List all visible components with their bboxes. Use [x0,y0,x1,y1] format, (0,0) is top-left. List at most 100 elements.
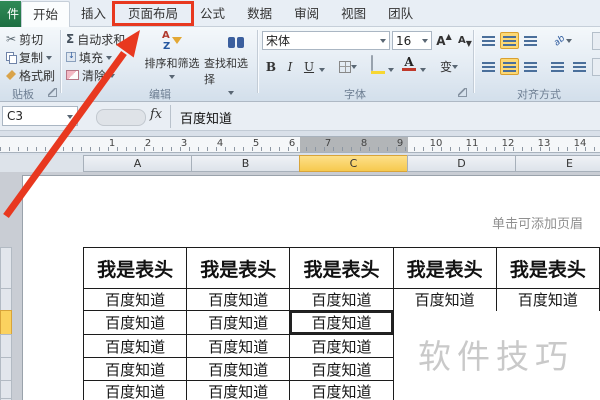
alignment-group-label: 对齐方式 [517,88,561,101]
chevron-down-icon [422,39,428,46]
tab-2[interactable]: 插入 [70,1,117,27]
table-cell[interactable]: 百度知道 [82,310,188,335]
cut-button[interactable]: 剪切 [6,31,43,47]
phonetic-guide-button[interactable]: 变 [434,57,464,76]
bold-button[interactable]: B [262,57,280,76]
tab-6[interactable]: 审阅 [283,1,330,27]
decrease-indent-button[interactable] [548,58,567,75]
table-cell[interactable]: 百度知道 [289,357,394,381]
align-bottom-button[interactable] [521,32,540,49]
watermark-text: 软件技巧 [418,337,574,376]
increase-indent-icon [573,61,586,72]
tab-5[interactable]: 数据 [236,1,283,27]
clear-button[interactable]: 清除 [66,67,116,83]
table-cell[interactable]: 百度知道 [289,288,394,311]
align-top-icon [482,35,495,46]
grow-font-button[interactable]: A ▲ [434,31,454,50]
copy-icon [6,51,17,64]
tab-3[interactable]: 页面布局 [117,1,189,27]
ruler-number: 6 [288,138,296,149]
format-painter-button[interactable]: 格式刷 [6,67,55,83]
column-header-D[interactable]: D [407,155,516,172]
table-cell[interactable]: 百度知道 [186,380,291,400]
align-middle-button[interactable] [500,32,519,49]
table-header-cell[interactable]: 我是表头 [82,247,188,289]
table-cell[interactable]: 百度知道 [186,357,291,381]
table-cell[interactable]: 百度知道 [82,334,188,358]
ruler-number: 13 [537,138,551,149]
fill-down-icon [66,51,76,62]
font-size-select[interactable]: 16 [392,31,432,50]
font-color-button[interactable]: A [398,55,420,74]
italic-button[interactable]: I [282,57,298,76]
find-select-label: 查找和选择 [204,57,248,86]
clipped-button[interactable] [592,58,600,76]
column-header-E[interactable]: E [515,155,600,172]
scissors-icon [6,32,16,46]
tab-8[interactable]: 团队 [377,1,424,27]
page-header-placeholder[interactable]: 单击可添加页眉 [492,213,583,232]
name-box[interactable]: C3 [2,106,78,126]
align-left-button[interactable] [479,58,498,75]
font-name-value: 宋体 [266,34,291,48]
table-cell[interactable]: 百度知道 [289,334,394,358]
insert-function-button[interactable]: fx [150,107,162,122]
fill-button[interactable]: 填充 [66,49,113,65]
file-tab[interactable]: 件 [0,1,21,27]
align-top-button[interactable] [479,32,498,49]
formula-input[interactable]: 百度知道 [180,108,232,127]
ruler-number: 2 [144,138,152,149]
underline-button[interactable]: U [300,57,318,76]
tab-7[interactable]: 视图 [330,1,377,27]
column-header-C[interactable]: C [299,155,408,172]
sort-filter-button[interactable]: AZ 排序和筛选 [142,29,202,82]
table-cell[interactable]: 百度知道 [82,357,188,381]
clipped-button[interactable] [592,32,600,50]
table-cell[interactable]: 百度知道 [186,310,291,335]
row-header-4[interactable] [0,334,12,358]
shrink-font-button[interactable]: A ▼ [455,31,475,50]
clipboard-dialog-launcher-icon[interactable] [48,88,57,97]
orientation-button[interactable]: ab [548,31,578,50]
align-center-button[interactable] [500,58,519,75]
align-left-icon [482,61,495,72]
tab-1[interactable]: 开始 [21,1,71,27]
table-cell[interactable]: 百度知道 [186,288,291,311]
row-header-1[interactable] [0,247,12,289]
selected-cell[interactable]: 百度知道 [289,310,394,335]
table-cell[interactable]: 百度知道 [495,288,600,311]
find-select-button[interactable]: 查找和选择 [204,29,258,98]
chevron-down-icon [420,68,426,75]
table-cell[interactable]: 百度知道 [82,288,188,311]
table-cell[interactable]: 百度知道 [289,380,394,400]
column-header-B[interactable]: B [191,155,300,172]
row-header-3[interactable] [0,310,12,335]
row-header-6[interactable] [0,380,12,399]
autosum-label: 自动求和 [77,32,126,47]
table-cell[interactable]: 百度知道 [186,334,291,358]
group-divider [473,30,474,93]
borders-button[interactable] [336,57,360,76]
fill-color-button[interactable] [366,54,390,74]
font-name-select[interactable]: 宋体 [262,31,390,50]
table-header-cell[interactable]: 我是表头 [289,247,394,289]
ribbon-tab-bar: 件 开始 插入 页面布局 公式 数据 审阅 视图 团队 [0,0,600,27]
ruler-number: 11 [465,138,479,149]
column-header-A[interactable]: A [83,155,192,172]
row-header-2[interactable] [0,288,12,311]
increase-indent-button[interactable] [570,58,589,75]
autosum-button[interactable]: 自动求和 [66,31,135,47]
font-dialog-launcher-icon[interactable] [458,88,467,97]
table-cell[interactable]: 百度知道 [82,380,188,400]
ruler-number: 8 [360,138,368,149]
formula-buttons-area[interactable] [96,109,146,126]
table-cell[interactable]: 百度知道 [392,288,497,311]
table-header-cell[interactable]: 我是表头 [495,247,600,289]
table-header-cell[interactable]: 我是表头 [186,247,291,289]
cut-label: 剪切 [19,32,44,47]
row-header-5[interactable] [0,357,12,381]
table-header-cell[interactable]: 我是表头 [392,247,497,289]
copy-button[interactable]: 复制 [6,49,53,65]
tab-4[interactable]: 公式 [189,1,236,27]
align-right-button[interactable] [521,58,540,75]
